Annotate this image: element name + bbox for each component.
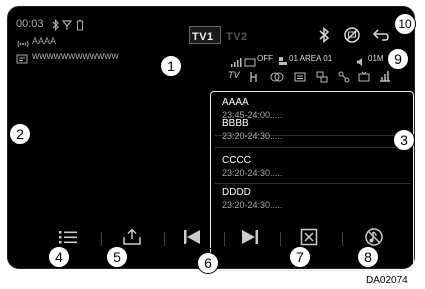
callout-4: 4 (48, 246, 70, 268)
signal-strength-icon (230, 54, 242, 67)
bracket-line (236, 243, 237, 248)
dual-audio-icon (270, 70, 284, 82)
volume-label: 01M (368, 54, 384, 63)
divider (215, 147, 411, 148)
divider (224, 232, 225, 246)
divider (280, 232, 281, 246)
tab-tv2[interactable]: TV2 (226, 31, 248, 43)
figure-code: DA02074 (366, 275, 408, 286)
bluetooth-icon[interactable] (317, 26, 331, 44)
divider (342, 232, 343, 246)
leader-line (182, 44, 183, 56)
data-broadcast-icon (316, 70, 328, 83)
signal-status-icon (61, 18, 73, 30)
divider (164, 232, 165, 246)
program-item[interactable]: DDDD 23:20-24:30..... (215, 184, 411, 224)
program-time: 23:20-24:30..... (222, 200, 283, 210)
bracket-line (186, 248, 237, 249)
record-icon (358, 70, 370, 82)
callout-6: 6 (197, 252, 219, 274)
program-item[interactable]: BBBB 23:20-24:30..... (215, 117, 411, 157)
callout-5: 5 (106, 246, 128, 268)
program-name: BBBB (222, 118, 249, 129)
control-bar (20, 222, 400, 256)
callout-7: 7 (289, 246, 311, 268)
caption-icon (294, 70, 306, 82)
program-time: 23:20-24:30..... (222, 168, 283, 178)
broadcast-icon (17, 36, 29, 48)
callout-10: 10 (394, 13, 416, 35)
off-label: OFF (257, 54, 273, 63)
tv-screen: 00:03 AAAA wwwwwwwwwwww TV1 TV2 OFF 01 A… (7, 6, 415, 271)
next-button[interactable] (228, 222, 272, 256)
no-signal-icon[interactable] (343, 26, 361, 44)
url-text: wwwwwwwwwwww (32, 51, 119, 62)
network-icon (338, 70, 350, 83)
skip-next-icon (240, 228, 260, 251)
channel-icon (278, 53, 288, 65)
callout-3: 3 (393, 129, 415, 151)
divider (101, 232, 102, 246)
leader-line (30, 134, 78, 135)
back-icon[interactable] (372, 26, 390, 44)
battery-status-icon (76, 18, 84, 31)
reception-icon (378, 69, 392, 83)
station-name: AAAA (32, 36, 57, 46)
info-icon (16, 51, 28, 64)
bluetooth-status-icon (52, 18, 60, 31)
program-name: CCCC (222, 155, 251, 166)
antenna-box-icon (244, 54, 256, 67)
volume-icon (356, 54, 366, 66)
upload-icon (122, 227, 142, 251)
figure: 00:03 AAAA wwwwwwwwwwww TV1 TV2 OFF 01 A… (0, 0, 425, 289)
tv-label: TV (228, 70, 240, 80)
subtitle-icon (248, 70, 258, 82)
program-name: AAAA (222, 97, 249, 108)
callout-2: 2 (9, 123, 31, 145)
clock: 00:03 (16, 18, 44, 30)
callout-1: 1 (160, 55, 182, 77)
area-label: 01 AREA 01 (289, 54, 333, 63)
program-time: 23:20-24:30..... (222, 131, 283, 141)
program-name: DDDD (222, 187, 251, 198)
callout-9: 9 (387, 48, 409, 70)
callout-8: 8 (357, 246, 379, 268)
tab-tv1[interactable]: TV1 (192, 31, 214, 43)
signal-info-bar: OFF 01 AREA 01 01M TV (228, 49, 412, 87)
